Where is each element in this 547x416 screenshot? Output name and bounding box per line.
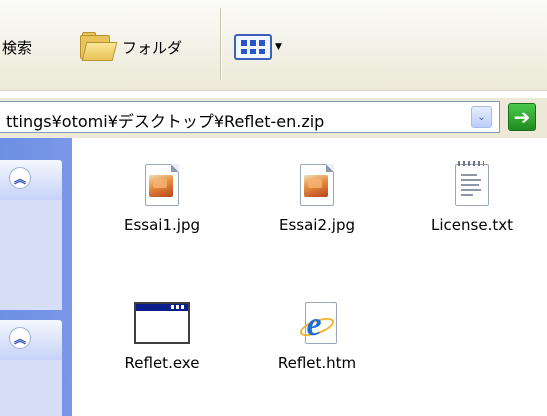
file-item-essai1[interactable]: Essai1.jpg: [102, 164, 222, 234]
text-file-icon: [455, 161, 489, 206]
chevron-down-icon: ⌄: [477, 111, 486, 123]
file-name: Reflet.exe: [124, 354, 200, 372]
folders-button[interactable]: フォルダ: [78, 30, 182, 64]
collapse-icon[interactable]: ︽: [9, 327, 31, 349]
collapse-icon[interactable]: ︽: [9, 167, 31, 189]
file-name: Essai1.jpg: [124, 216, 200, 234]
application-icon: [134, 302, 190, 344]
address-path: ttings¥otomi¥デスクトップ¥Reflet-en.zip: [6, 112, 325, 131]
go-arrow-icon: ➔: [513, 105, 531, 129]
address-input[interactable]: ttings¥otomi¥デスクトップ¥Reflet-en.zip ⌄: [0, 101, 500, 133]
toolbar-separator: [220, 8, 221, 80]
go-button[interactable]: ➔: [508, 103, 536, 131]
views-button[interactable]: ▼: [234, 30, 282, 64]
search-button[interactable]: 検索: [2, 30, 32, 64]
folders-button-label: フォルダ: [122, 38, 183, 57]
search-button-label: 検索: [2, 38, 33, 57]
task-pane-section-header[interactable]: ︽: [0, 320, 62, 360]
address-dropdown-button[interactable]: ⌄: [471, 106, 492, 128]
file-name: License.txt: [431, 216, 513, 234]
file-list: Essai1.jpg Essai2.jpg License.txt Reflet…: [72, 138, 547, 416]
task-pane: ︽ ︽: [0, 138, 72, 416]
file-item-essai2[interactable]: Essai2.jpg: [257, 164, 377, 234]
task-pane-section-body: [0, 360, 62, 416]
views-icon: [234, 34, 272, 60]
file-item-license[interactable]: License.txt: [412, 161, 532, 234]
chevron-down-icon[interactable]: ▼: [275, 42, 282, 52]
file-name: Reflet.htm: [277, 354, 357, 372]
address-bar: ttings¥otomi¥デスクトップ¥Reflet-en.zip ⌄ ➔: [0, 97, 547, 138]
internet-explorer-html-icon: e: [297, 302, 337, 344]
folder-icon: [78, 32, 118, 62]
jpeg-image-icon: [145, 164, 179, 206]
task-pane-section-header[interactable]: ︽: [0, 160, 62, 200]
jpeg-image-icon: [300, 164, 334, 206]
task-pane-section-body: [0, 200, 62, 310]
file-name: Essai2.jpg: [279, 216, 355, 234]
toolbar: 検索 フォルダ ▼: [0, 0, 547, 91]
file-item-reflet-exe[interactable]: Reflet.exe: [102, 302, 222, 372]
file-item-reflet-htm[interactable]: e Reflet.htm: [257, 302, 377, 372]
